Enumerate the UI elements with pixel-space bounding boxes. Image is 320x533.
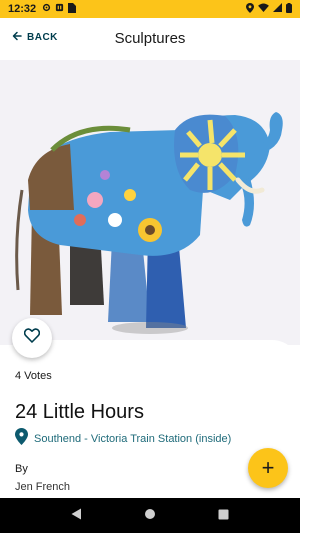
- signal-icon: [273, 3, 282, 15]
- recents-square-icon: [218, 507, 229, 525]
- vote-button[interactable]: [12, 318, 52, 358]
- sculpture-title: 24 Little Hours: [15, 401, 144, 423]
- app-bar: BACK Sculptures: [0, 18, 300, 60]
- vote-count: 4 Votes: [15, 370, 52, 382]
- location-icon: [246, 2, 254, 16]
- location-row[interactable]: Southend - Victoria Train Station (insid…: [15, 428, 231, 450]
- heart-outline-icon: [23, 328, 41, 348]
- battery-icon: [286, 2, 292, 16]
- pause-icon: [55, 3, 64, 15]
- artist-name: Jen French: [15, 481, 71, 493]
- nav-home-button[interactable]: [135, 501, 165, 531]
- status-bar: 12:32: [0, 0, 300, 18]
- elephant-sculpture-image: [15, 112, 283, 334]
- by-label: By: [15, 463, 28, 475]
- back-triangle-icon: [71, 507, 82, 525]
- sim-card-icon: [68, 2, 77, 16]
- home-circle-icon: [144, 507, 156, 525]
- plus-icon: +: [261, 455, 275, 480]
- location-text: Southend - Victoria Train Station (insid…: [34, 433, 232, 445]
- wifi-icon: [258, 3, 269, 15]
- add-button[interactable]: +: [248, 448, 288, 488]
- settings-icon: [42, 3, 51, 15]
- nav-back-button[interactable]: [62, 501, 92, 531]
- map-pin-icon: [15, 428, 28, 450]
- sculpture-image: [0, 60, 300, 345]
- status-time: 12:32: [8, 3, 37, 15]
- nav-recents-button[interactable]: [208, 501, 238, 531]
- system-nav-bar: [0, 498, 300, 533]
- page-title: Sculptures: [114, 30, 186, 47]
